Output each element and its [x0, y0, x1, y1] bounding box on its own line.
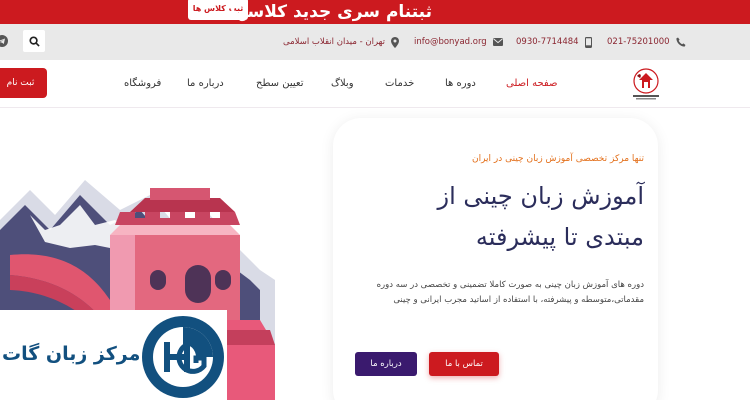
- mobile-text[interactable]: 0930-7714484: [516, 37, 579, 47]
- hero-kicker: تنها مرکز تخصصی آموزش زبان چینی در ایران: [471, 154, 644, 164]
- hero-card: تنها مرکز تخصصی آموزش زبان چینی در ایران…: [333, 118, 658, 400]
- telegram-icon[interactable]: [0, 35, 8, 47]
- mobile-icon: [584, 36, 592, 48]
- phone-text[interactable]: 021-75201000: [607, 37, 670, 47]
- nav-item-home[interactable]: صفحه اصلی: [506, 78, 557, 89]
- nav-item-blog[interactable]: وبلاگ: [331, 78, 354, 89]
- announcement-text: ثبتنام سری جدید کلاسها: [229, 2, 432, 22]
- contact-info-bar: تهران - میدان انقلاب اسلامی info@bonyad.…: [0, 24, 750, 60]
- nav-item-courses[interactable]: دوره ها: [445, 78, 476, 89]
- contact-us-button[interactable]: تماس با ما: [429, 352, 499, 376]
- brand-overlay-text: مرکز زبان گات: [2, 343, 141, 365]
- site-header: ثبت نام فروشگاه درباره ما تعیین سطح وبلا…: [0, 60, 750, 108]
- email-text[interactable]: info@bonyad.org: [414, 37, 487, 47]
- register-button[interactable]: ثبت نام: [0, 68, 47, 98]
- hero-title-line1: آموزش زبان چینی از: [437, 182, 644, 210]
- phone-item[interactable]: 021-75201000: [607, 24, 686, 60]
- map-pin-icon: [390, 36, 399, 48]
- announcement-bar: ثبت کلاس ها ثبتنام سری جدید کلاسها: [0, 0, 750, 24]
- search-icon: [28, 35, 40, 47]
- nav-item-level-test[interactable]: تعیین سطح: [256, 78, 303, 89]
- nav-item-shop[interactable]: فروشگاه: [124, 78, 161, 89]
- search-button[interactable]: [23, 30, 45, 52]
- nav-item-about[interactable]: درباره ما: [187, 78, 224, 89]
- address-text: تهران - میدان انقلاب اسلامی: [283, 37, 385, 47]
- email-item[interactable]: info@bonyad.org: [414, 24, 503, 60]
- gate-logo-icon: [142, 316, 224, 398]
- site-logo[interactable]: [628, 67, 664, 101]
- hero-title-line2: مبتدی تا پیشرفته: [475, 223, 644, 251]
- mobile-item[interactable]: 0930-7714484: [516, 24, 592, 60]
- about-us-button[interactable]: درباره ما: [355, 352, 417, 376]
- email-icon: [492, 38, 503, 46]
- address-item: تهران - میدان انقلاب اسلامی: [283, 24, 399, 60]
- hero-description: دوره های آموزش زبان چینی به صورت کاملا ت…: [376, 280, 644, 305]
- nav-item-services[interactable]: خدمات: [385, 78, 414, 89]
- phone-icon: [675, 37, 686, 47]
